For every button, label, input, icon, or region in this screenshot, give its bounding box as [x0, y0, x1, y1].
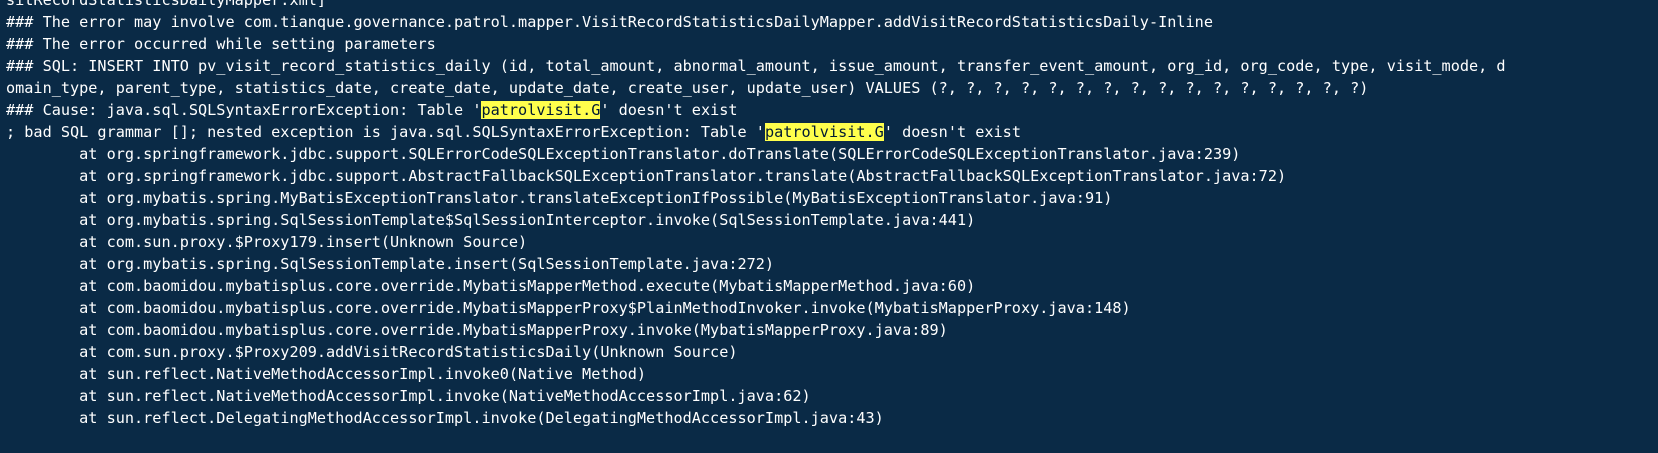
terminal-line: at sun.reflect.NativeMethodAccessorImpl.… [6, 385, 1658, 407]
line-text: at org.springframework.jdbc.support.Abst… [6, 167, 1287, 185]
terminal-window[interactable]: sitRecordStatisticsDailyMapper.xml] ### T… [0, 0, 1658, 453]
terminal-output: sitRecordStatisticsDailyMapper.xml] ### T… [6, 0, 1658, 429]
terminal-line: ; bad SQL grammar []; nested exception i… [6, 121, 1658, 143]
line-text: at com.sun.proxy.$Proxy209.addVisitRecor… [6, 343, 738, 361]
terminal-line: at com.baomidou.mybatisplus.core.overrid… [6, 297, 1658, 319]
line-text: ; bad SQL grammar []; nested exception i… [6, 123, 765, 141]
terminal-line: at org.mybatis.spring.SqlSessionTemplate… [6, 253, 1658, 275]
terminal-line: at com.sun.proxy.$Proxy179.insert(Unknow… [6, 231, 1658, 253]
line-text: at com.baomidou.mybatisplus.core.overrid… [6, 299, 1131, 317]
line-text: ' doesn't exist [883, 123, 1021, 141]
terminal-line: at org.springframework.jdbc.support.SQLE… [6, 143, 1658, 165]
terminal-line: ### Cause: java.sql.SQLSyntaxErrorExcept… [6, 99, 1658, 121]
line-text: at org.springframework.jdbc.support.SQLE… [6, 145, 1241, 163]
line-text: ### Cause: java.sql.SQLSyntaxErrorExcept… [6, 101, 482, 119]
terminal-line: at org.mybatis.spring.SqlSessionTemplate… [6, 209, 1658, 231]
terminal-line: at org.mybatis.spring.MyBatisExceptionTr… [6, 187, 1658, 209]
terminal-line: at sun.reflect.DelegatingMethodAccessorI… [6, 407, 1658, 429]
terminal-line: omain_type, parent_type, statistics_date… [6, 77, 1658, 99]
line-text: at org.mybatis.spring.SqlSessionTemplate… [6, 211, 976, 229]
line-text: ' doesn't exist [600, 101, 738, 119]
line-text: at org.mybatis.spring.SqlSessionTemplate… [6, 255, 775, 273]
line-text: at sun.reflect.NativeMethodAccessorImpl.… [6, 365, 647, 383]
terminal-line: at org.springframework.jdbc.support.Abst… [6, 165, 1658, 187]
terminal-line: ### The error may involve com.tianque.go… [6, 11, 1658, 33]
line-text: ### The error occurred while setting par… [6, 35, 436, 53]
terminal-line: at com.sun.proxy.$Proxy209.addVisitRecor… [6, 341, 1658, 363]
terminal-line: at sun.reflect.NativeMethodAccessorImpl.… [6, 363, 1658, 385]
line-text: at com.baomidou.mybatisplus.core.overrid… [6, 277, 976, 295]
terminal-line: at com.baomidou.mybatisplus.core.overrid… [6, 319, 1658, 341]
search-highlight: patrolvisit.G [481, 101, 601, 119]
line-text: at com.sun.proxy.$Proxy179.insert(Unknow… [6, 233, 528, 251]
terminal-line: sitRecordStatisticsDailyMapper.xml] [6, 0, 1658, 11]
terminal-line: ### The error occurred while setting par… [6, 33, 1658, 55]
line-text: omain_type, parent_type, statistics_date… [6, 79, 1369, 97]
search-highlight: patrolvisit.G [764, 123, 884, 141]
line-text: sitRecordStatisticsDailyMapper.xml] [6, 0, 327, 9]
line-text: at sun.reflect.NativeMethodAccessorImpl.… [6, 387, 811, 405]
line-text: at com.baomidou.mybatisplus.core.overrid… [6, 321, 948, 339]
line-text: ### The error may involve com.tianque.go… [6, 13, 1213, 31]
line-text: ### SQL: INSERT INTO pv_visit_record_sta… [6, 57, 1506, 75]
terminal-line: at com.baomidou.mybatisplus.core.overrid… [6, 275, 1658, 297]
terminal-line: ### SQL: INSERT INTO pv_visit_record_sta… [6, 55, 1658, 77]
line-text: at sun.reflect.DelegatingMethodAccessorI… [6, 409, 884, 427]
line-text: at org.mybatis.spring.MyBatisExceptionTr… [6, 189, 1113, 207]
